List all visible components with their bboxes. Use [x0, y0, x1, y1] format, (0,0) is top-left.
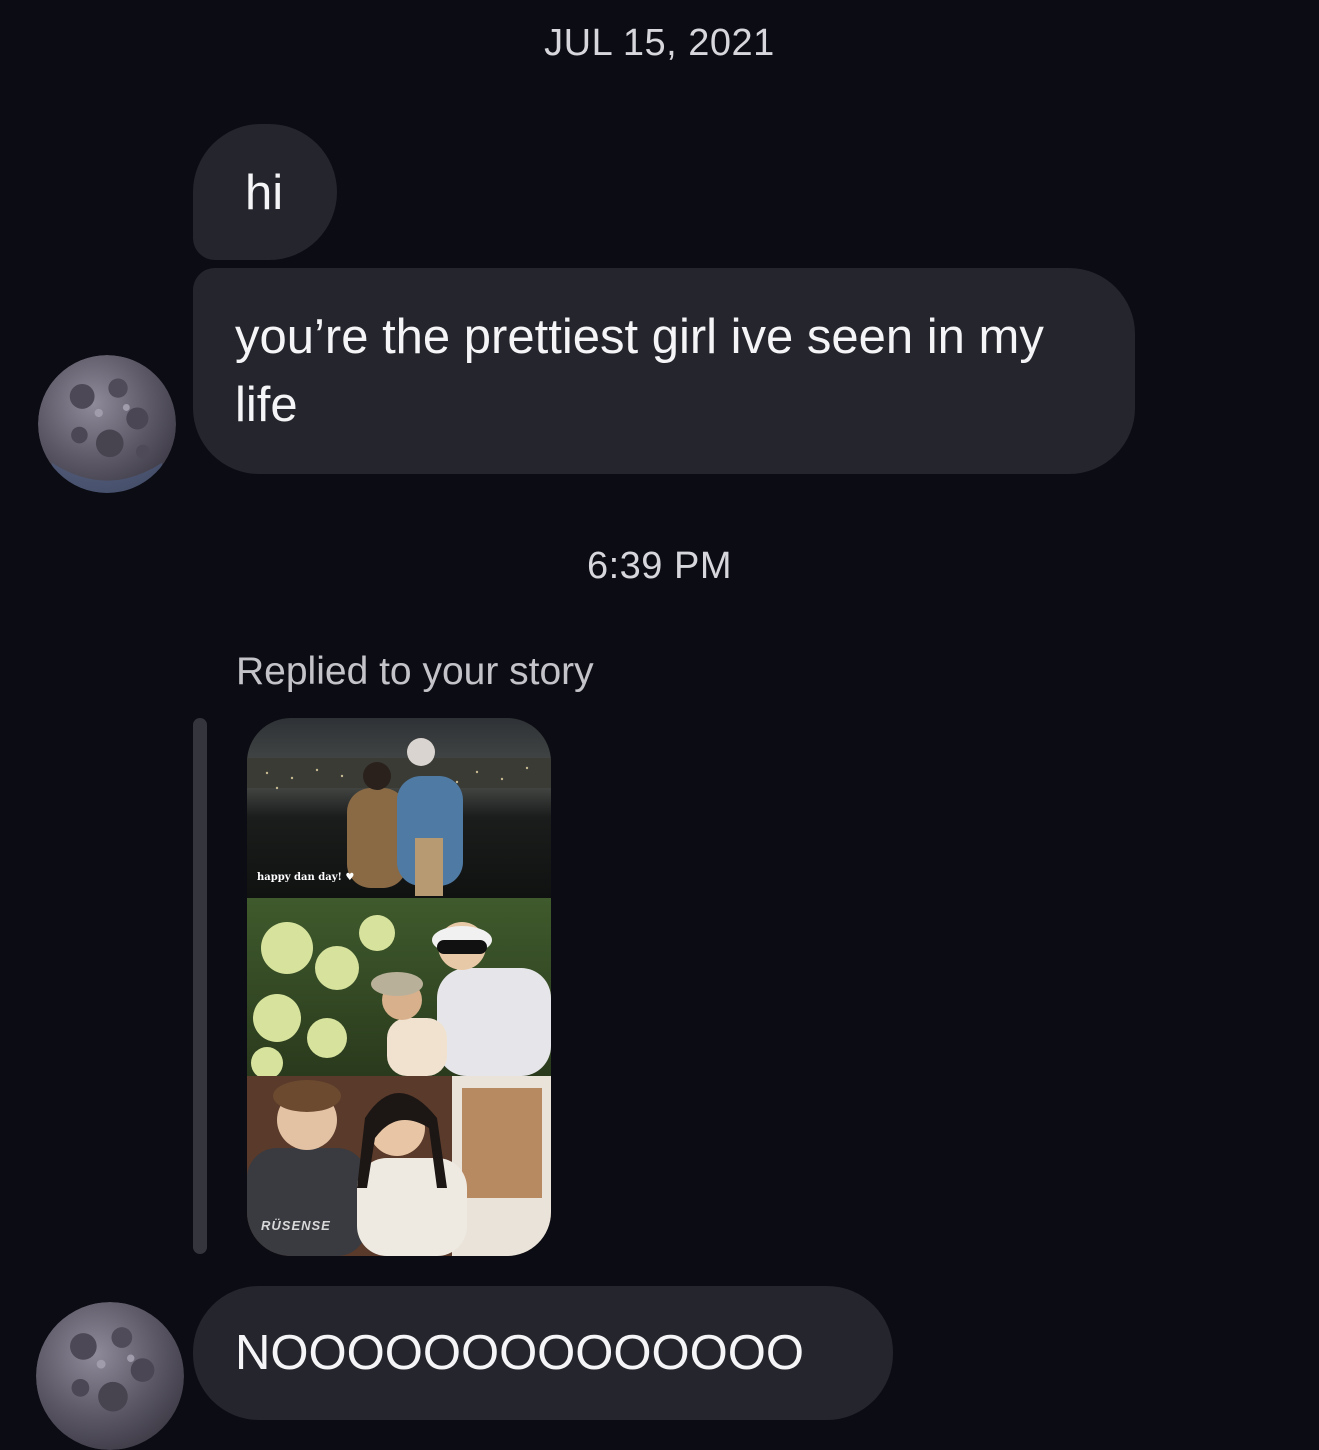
reply-quote-bar	[193, 718, 207, 1254]
message-text: hi	[245, 166, 284, 220]
moon-avatar-icon[interactable]	[36, 1302, 184, 1450]
message-text: you’re the prettiest girl ive seen in my…	[235, 310, 1044, 432]
story-caption: happy dan day! ♥	[257, 872, 355, 883]
time-header: 6:39 PM	[586, 545, 733, 587]
message-bubble-hi[interactable]: hi	[193, 124, 337, 260]
message-text: NOOOOOOOOOOOOOO	[235, 1326, 804, 1380]
message-bubble-compliment[interactable]: you’re the prettiest girl ive seen in my…	[193, 268, 1135, 474]
message-bubble-no[interactable]: NOOOOOOOOOOOOOO	[193, 1286, 893, 1420]
story-shirt-text: RÜSENSE	[261, 1218, 331, 1233]
story-reply-label: Replied to your story	[236, 650, 594, 693]
moon-avatar-icon[interactable]	[38, 355, 176, 493]
story-thumbnail[interactable]: happy dan day! ♥ RÜSENSE	[247, 718, 551, 1256]
date-header: JUL 15, 2021	[544, 22, 775, 64]
